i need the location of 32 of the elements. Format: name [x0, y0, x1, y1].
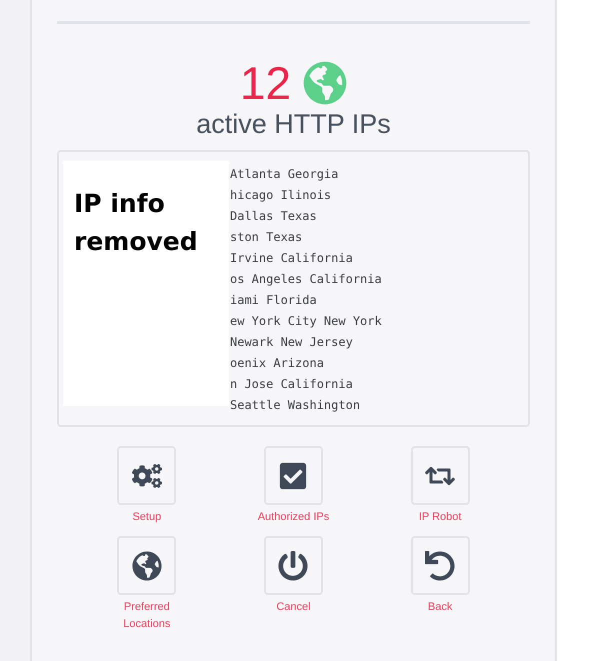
ip-location-line: ston Texas	[230, 229, 302, 246]
ip-location-line: Dallas Texas	[230, 208, 317, 225]
power-icon	[278, 550, 308, 580]
action-button[interactable]	[264, 446, 323, 505]
ip-location-line: Irvine California	[230, 250, 353, 267]
ip-location-line: hicago Ilinois	[230, 187, 332, 204]
action-label: IP Robot	[418, 510, 462, 525]
ip-location-line: ew York City New York	[230, 313, 382, 330]
action-button[interactable]	[410, 536, 470, 595]
action-button[interactable]	[117, 536, 176, 595]
action-label: Authorized IPs	[256, 510, 330, 525]
ip-location-line: Atlanta Georgia	[230, 166, 338, 183]
checkbox-icon	[278, 460, 308, 490]
ip-location-line: os Angeles California	[230, 271, 382, 288]
globe-icon	[303, 61, 348, 105]
active-label: active HTTP IPs	[196, 108, 391, 140]
ip-location-line: n Jose California	[230, 376, 353, 393]
redaction-note: IP info removed	[74, 188, 199, 258]
ip-location-line: iami Florida	[230, 292, 317, 309]
action-button[interactable]	[117, 446, 176, 505]
action-button[interactable]	[410, 446, 470, 505]
action-button[interactable]	[264, 536, 323, 595]
action-label: Setup	[131, 510, 162, 525]
action-label: Preferred Locations	[122, 600, 172, 632]
action-label: Back	[426, 600, 454, 615]
undo-icon	[425, 550, 456, 580]
ip-location-line: Seattle Washington	[230, 397, 360, 414]
globe-icon	[132, 550, 162, 580]
ip-location-line: Newark New Jersey	[230, 334, 353, 351]
active-count: 12	[240, 60, 292, 106]
ip-location-line: oenix Arizona	[230, 355, 324, 372]
action-label: Cancel	[275, 600, 312, 615]
